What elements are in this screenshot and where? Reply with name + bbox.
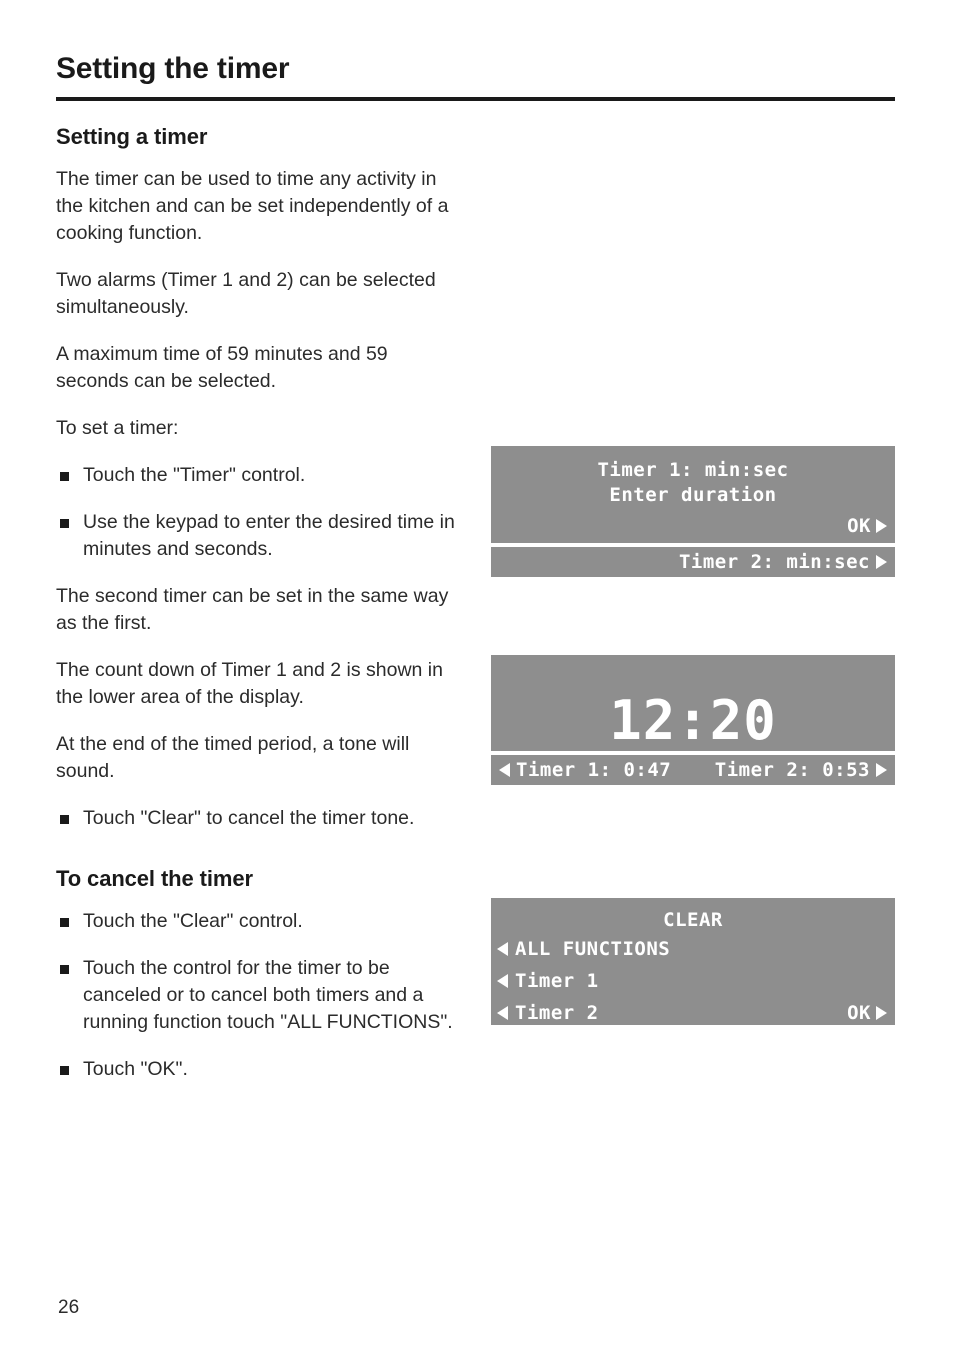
display-main-area: 12:20 bbox=[491, 655, 895, 751]
display-menu-item-timer-2: Timer 2 OK bbox=[491, 997, 895, 1029]
paragraph-maximum-time: A maximum time of 59 minutes and 59 seco… bbox=[56, 343, 388, 392]
display-menu-item-label: ALL FUNCTIONS bbox=[515, 938, 671, 960]
display-timer-2-control: Timer 2: min:sec bbox=[679, 551, 887, 573]
bullet-square-icon bbox=[60, 815, 69, 824]
bullet-square-icon bbox=[60, 918, 69, 927]
display-ok-label: OK bbox=[847, 1002, 871, 1024]
list-item: Touch the control for the timer to be ca… bbox=[56, 955, 456, 1036]
arrow-left-icon bbox=[497, 942, 508, 956]
bullet-square-icon bbox=[60, 965, 69, 974]
display-menu-item-all-functions: ALL FUNCTIONS bbox=[491, 933, 895, 965]
manual-page: Setting the timer Setting a timer The ti… bbox=[0, 0, 954, 1352]
bullet-list-to-cancel: Touch the "Clear" control. Touch the con… bbox=[56, 908, 456, 1083]
list-item: Touch the "Clear" control. bbox=[56, 908, 456, 935]
bullet-square-icon bbox=[60, 1066, 69, 1075]
bullet-square-icon bbox=[60, 472, 69, 481]
display-line-enter-duration: Enter duration bbox=[609, 484, 777, 506]
display-timer-2-label: Timer 2: min:sec bbox=[678, 551, 870, 573]
list-item-label: Touch the control for the timer to be ca… bbox=[83, 957, 453, 1033]
paragraph-tone-will-sound: At the end of the timed period, a tone w… bbox=[56, 733, 410, 782]
display-bottom-bar: Timer 2: min:sec bbox=[491, 547, 895, 577]
list-item-label: Touch the "Clear" control. bbox=[83, 910, 303, 932]
text-column: Setting a timer The timer can be used to… bbox=[56, 124, 456, 1103]
display-main-area: Timer 1: min:sec Enter duration OK bbox=[491, 446, 895, 543]
display-clock-time: 12:20 bbox=[609, 689, 777, 752]
arrow-right-icon bbox=[876, 763, 887, 777]
bullet-square-icon bbox=[60, 519, 69, 528]
arrow-right-icon bbox=[876, 1006, 887, 1020]
display-illustration-clock: 12:20 Timer 1: 0:47 Timer 2: 0:53 bbox=[491, 655, 895, 785]
page-number: 26 bbox=[58, 1297, 80, 1318]
display-timer-2-countdown: Timer 2: 0:53 bbox=[715, 759, 887, 781]
list-item-label: Touch the "Timer" control. bbox=[83, 464, 306, 486]
list-item-label: Touch "OK". bbox=[83, 1058, 188, 1080]
list-item: Touch the "Timer" control. bbox=[56, 462, 456, 489]
display-timer-1-countdown: Timer 1: 0:47 bbox=[499, 759, 671, 781]
display-ok-control: OK bbox=[847, 515, 887, 537]
paragraph-timer-use: The timer can be used to time any activi… bbox=[56, 168, 449, 244]
display-menu-item-label: Timer 1 bbox=[515, 970, 599, 992]
list-item: Touch "Clear" to cancel the timer tone. bbox=[56, 805, 456, 832]
paragraph-two-alarms: Two alarms (Timer 1 and 2) can be select… bbox=[56, 269, 436, 318]
title-divider bbox=[56, 97, 895, 101]
section-heading-setting-a-timer: Setting a timer bbox=[56, 124, 208, 149]
display-ok-control: OK bbox=[847, 1002, 887, 1024]
arrow-right-icon bbox=[876, 555, 887, 569]
bullet-list-cancel-tone: Touch "Clear" to cancel the timer tone. bbox=[56, 805, 456, 832]
display-line-timer-1: Timer 1: min:sec bbox=[597, 459, 789, 481]
display-bottom-bar: Timer 1: 0:47 Timer 2: 0:53 bbox=[491, 755, 895, 785]
display-ok-label: OK bbox=[847, 515, 871, 537]
display-illustration-clear-menu: CLEAR ALL FUNCTIONS Timer 1 Timer 2 OK bbox=[491, 898, 895, 1025]
list-item-label: Touch "Clear" to cancel the timer tone. bbox=[83, 807, 415, 829]
arrow-left-icon bbox=[497, 974, 508, 988]
display-illustration-timer-entry: Timer 1: min:sec Enter duration OK Timer… bbox=[491, 446, 895, 577]
paragraph-count-down: The count down of Timer 1 and 2 is shown… bbox=[56, 659, 443, 708]
display-timer-1-label: Timer 1: 0:47 bbox=[516, 759, 672, 781]
display-menu-item-label: Timer 2 bbox=[515, 1002, 599, 1024]
display-menu-title: CLEAR bbox=[663, 909, 723, 931]
section-heading-to-cancel-the-timer: To cancel the timer bbox=[56, 866, 253, 891]
display-timer-2-label: Timer 2: 0:53 bbox=[714, 759, 870, 781]
arrow-right-icon bbox=[876, 519, 887, 533]
paragraph-second-timer: The second timer can be set in the same … bbox=[56, 585, 449, 634]
bullet-list-set-timer: Touch the "Timer" control. Use the keypa… bbox=[56, 462, 456, 563]
list-item: Touch "OK". bbox=[56, 1056, 456, 1083]
display-menu-item-timer-1: Timer 1 bbox=[491, 965, 895, 997]
list-item-label: Use the keypad to enter the desired time… bbox=[83, 511, 455, 560]
display-main-area: CLEAR ALL FUNCTIONS Timer 1 Timer 2 OK bbox=[491, 898, 895, 1025]
arrow-left-icon bbox=[499, 763, 510, 777]
page-title: Setting the timer bbox=[56, 52, 290, 85]
paragraph-to-set-a-timer: To set a timer: bbox=[56, 417, 179, 439]
arrow-left-icon bbox=[497, 1006, 508, 1020]
list-item: Use the keypad to enter the desired time… bbox=[56, 509, 456, 563]
